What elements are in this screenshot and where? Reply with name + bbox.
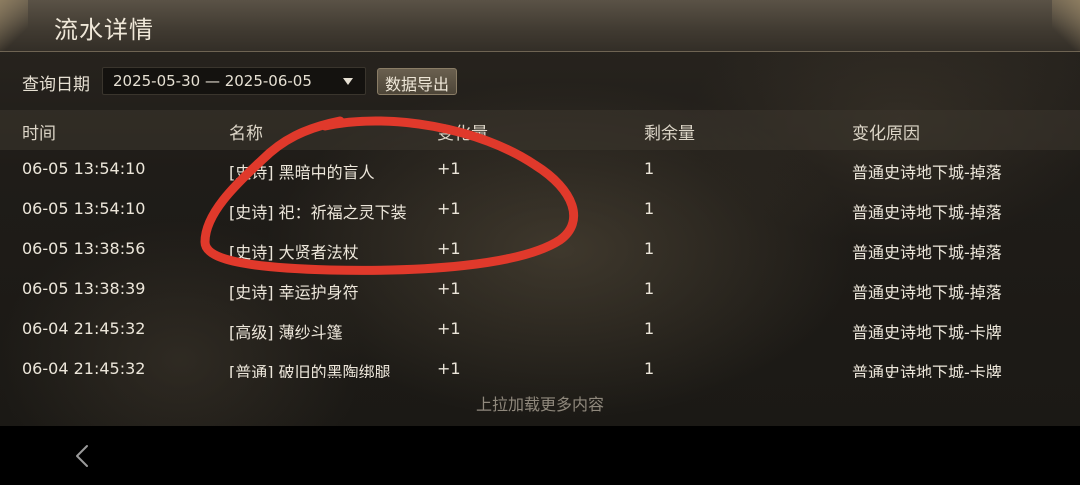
cell-delta: +1: [437, 359, 461, 378]
system-nav-bar: [0, 426, 1080, 485]
cell-time: 06-04 21:45:32: [22, 319, 146, 338]
cell-remaining: 1: [644, 359, 655, 378]
date-filter-label: 查询日期: [22, 75, 90, 95]
cell-reason: 普通史诗地下城-掉落: [852, 163, 1002, 182]
cell-name: [史诗] 祀：祈福之灵下装: [229, 203, 407, 222]
table-header: 时间 名称 变化量 剩余量 变化原因: [0, 110, 1080, 150]
header-name: 名称: [229, 124, 263, 144]
header-time: 时间: [22, 124, 56, 144]
cell-time: 06-05 13:38:56: [22, 239, 146, 258]
header-reason: 变化原因: [852, 124, 920, 144]
cell-name: [史诗] 黑暗中的盲人: [229, 163, 375, 182]
header-remaining: 剩余量: [644, 124, 695, 144]
cell-remaining: 1: [644, 199, 655, 218]
export-data-button[interactable]: 数据导出: [377, 68, 457, 95]
table-row: 06-04 21:45:32 [普通] 破旧的黑陶绑腿 +1 1 普通史诗地下城…: [0, 350, 1080, 378]
date-range-value: 2025-05-30 — 2025-06-05: [113, 72, 312, 90]
table-row: 06-05 13:38:39 [史诗] 幸运护身符 +1 1 普通史诗地下城-掉…: [0, 270, 1080, 310]
cell-time: 06-04 21:45:32: [22, 359, 146, 378]
table-row: 06-05 13:38:56 [史诗] 大贤者法杖 +1 1 普通史诗地下城-掉…: [0, 230, 1080, 270]
caret-down-icon: [343, 78, 353, 85]
cell-delta: +1: [437, 199, 461, 218]
table-body[interactable]: 06-05 13:54:10 [史诗] 黑暗中的盲人 +1 1 普通史诗地下城-…: [0, 150, 1080, 378]
load-more-hint: 上拉加载更多内容: [475, 395, 604, 414]
cell-delta: +1: [437, 319, 461, 338]
title-bar: 流水详情: [0, 0, 1080, 52]
chevron-left-icon[interactable]: [68, 440, 98, 472]
cell-reason: 普通史诗地下城-卡牌: [852, 363, 1002, 378]
cell-name: [史诗] 大贤者法杖: [229, 243, 359, 262]
cell-delta: +1: [437, 279, 461, 298]
header-delta: 变化量: [437, 124, 488, 144]
cell-reason: 普通史诗地下城-卡牌: [852, 323, 1002, 342]
table-row: 06-05 13:54:10 [史诗] 祀：祈福之灵下装 +1 1 普通史诗地下…: [0, 190, 1080, 230]
cell-reason: 普通史诗地下城-掉落: [852, 243, 1002, 262]
cell-reason: 普通史诗地下城-掉落: [852, 283, 1002, 302]
cell-time: 06-05 13:54:10: [22, 199, 146, 218]
cell-reason: 普通史诗地下城-掉落: [852, 203, 1002, 222]
app-window: 流水详情 查询日期 2025-05-30 — 2025-06-05 数据导出 时…: [0, 0, 1080, 426]
date-range-select[interactable]: 2025-05-30 — 2025-06-05: [102, 67, 366, 95]
cell-delta: +1: [437, 159, 461, 178]
cell-name: [普通] 破旧的黑陶绑腿: [229, 363, 391, 378]
cell-remaining: 1: [644, 159, 655, 178]
cell-time: 06-05 13:38:39: [22, 279, 146, 298]
cell-delta: +1: [437, 239, 461, 258]
cell-time: 06-05 13:54:10: [22, 159, 146, 178]
table-row: 06-05 13:54:10 [史诗] 黑暗中的盲人 +1 1 普通史诗地下城-…: [0, 150, 1080, 190]
cell-remaining: 1: [644, 319, 655, 338]
cell-remaining: 1: [644, 239, 655, 258]
cell-remaining: 1: [644, 279, 655, 298]
cell-name: [史诗] 幸运护身符: [229, 283, 359, 302]
cell-name: [高级] 薄纱斗篷: [229, 323, 343, 342]
table-row: 06-04 21:45:32 [高级] 薄纱斗篷 +1 1 普通史诗地下城-卡牌: [0, 310, 1080, 350]
page-title: 流水详情: [54, 16, 154, 44]
